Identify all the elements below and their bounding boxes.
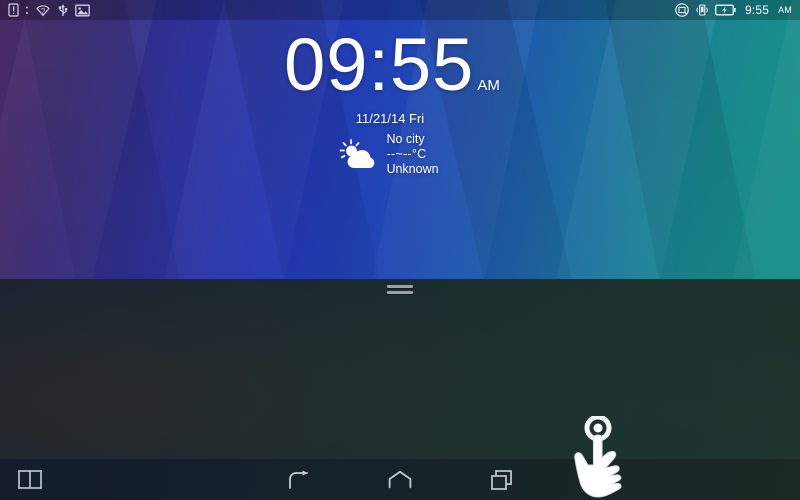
weather-temperature: --~--°C — [386, 147, 427, 161]
battery-charging-icon — [714, 4, 736, 16]
sim-card-alert-icon — [8, 3, 19, 17]
status-bar: ? 9:55 AM — [0, 0, 800, 20]
nav-split-screen-button[interactable] — [18, 470, 42, 494]
clock-ampm: AM — [477, 77, 500, 94]
weather-city: No city — [386, 132, 425, 146]
clock-time: 09:55 — [284, 23, 475, 106]
status-bar-time: 9:55 — [744, 3, 770, 17]
svg-text:?: ? — [41, 7, 46, 16]
panel-drag-handle[interactable] — [387, 285, 413, 297]
weather-condition: Unknown — [386, 162, 439, 176]
nav-recents-button[interactable] — [485, 468, 519, 492]
tablet-screen: ? 9:55 AM 09:55 AM 11/21/14 Fri No city … — [0, 0, 800, 500]
weather-text: No city --~--°C Unknown — [386, 132, 438, 177]
vibrate-icon — [696, 4, 708, 16]
status-separator-dots-icon — [26, 6, 28, 14]
navigation-bar — [0, 458, 800, 500]
weather-widget[interactable]: No city --~--°C Unknown — [0, 132, 788, 177]
clock-date: 11/21/14 Fri — [355, 111, 425, 126]
clock-widget[interactable]: 09:55 AM 11/21/14 Fri No city --~--°C Un… — [0, 28, 800, 177]
usb-icon — [58, 4, 68, 16]
partly-cloudy-icon — [340, 138, 375, 168]
wifi-question-icon: ? — [36, 5, 50, 17]
status-bar-ampm: AM — [778, 5, 792, 15]
screen-capture-icon — [675, 3, 689, 17]
screenshot-image-icon — [75, 4, 90, 16]
clock-time-row: 09:55 AM — [0, 28, 800, 102]
nav-back-button[interactable] — [281, 468, 315, 492]
nav-home-button[interactable] — [383, 468, 417, 492]
status-bar-left-icons: ? — [8, 3, 90, 17]
nav-center-buttons — [281, 468, 519, 492]
status-bar-right-icons: 9:55 AM — [675, 3, 792, 17]
